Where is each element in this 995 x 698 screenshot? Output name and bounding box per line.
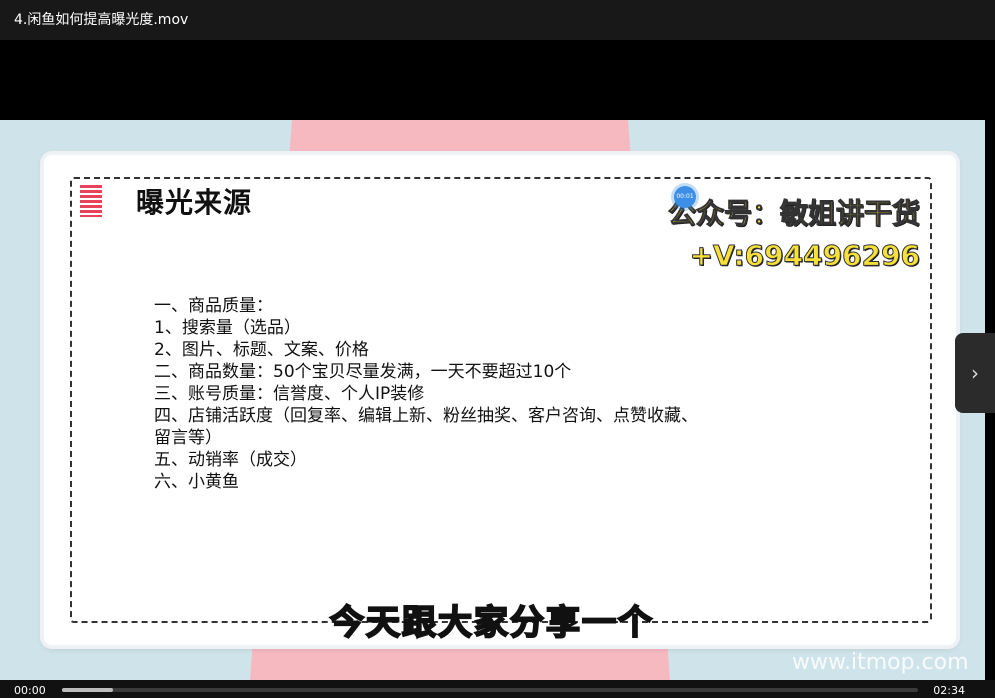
next-button[interactable]: › — [955, 333, 995, 413]
list-item: 留言等） — [154, 428, 222, 448]
progress-bar[interactable] — [62, 688, 918, 692]
list-item: 一、商品质量： — [154, 296, 273, 316]
content-list: 一、商品质量： 1、搜索量（选品） 2、图片、标题、文案、价格 二、商品数量：5… — [154, 295, 698, 493]
list-item: 1、搜索量（选品） — [154, 318, 301, 338]
list-item: 2、图片、标题、文案、价格 — [154, 340, 369, 360]
promo-line-2: +V:694496296 — [689, 239, 920, 273]
list-item: 三、账号质量：信誉度、个人IP装修 — [154, 384, 425, 404]
time-marker: 00:01 — [674, 186, 696, 208]
chevron-right-icon: › — [971, 361, 979, 385]
watermark-text: www.itmop.com — [792, 650, 969, 675]
video-area[interactable]: 曝光来源 公众号：敏姐讲干货 +V:694496296 一、商品质量： 1、搜索… — [0, 40, 995, 680]
promo-text: 公众号：敏姐讲干货 +V:694496296 — [667, 193, 920, 277]
list-item: 四、店铺活跃度（回复率、编辑上新、粉丝抽奖、客户咨询、点赞收藏、 — [154, 406, 698, 426]
list-item: 二、商品数量：50个宝贝尽量发满，一天不要超过10个 — [154, 362, 572, 382]
total-time: 02:34 — [933, 684, 965, 697]
window-title: 4.闲鱼如何提高曝光度.mov — [0, 0, 995, 40]
video-subtitle: 今天跟大家分享一个 — [329, 602, 654, 644]
player-controls: 00:00 02:34 — [0, 680, 995, 698]
current-time: 00:00 — [14, 684, 46, 697]
promo-line-1: 公众号：敏姐讲干货 — [667, 197, 920, 231]
list-item: 五、动销率（成交） — [154, 450, 307, 470]
slide-heading: 曝光来源 — [136, 186, 253, 219]
list-item: 六、小黄鱼 — [154, 472, 239, 492]
slide-card: 曝光来源 公众号：敏姐讲干货 +V:694496296 一、商品质量： 1、搜索… — [44, 155, 956, 645]
video-frame: 曝光来源 公众号：敏姐讲干货 +V:694496296 一、商品质量： 1、搜索… — [0, 120, 985, 680]
progress-fill — [62, 688, 114, 692]
stripes-icon — [80, 185, 102, 217]
